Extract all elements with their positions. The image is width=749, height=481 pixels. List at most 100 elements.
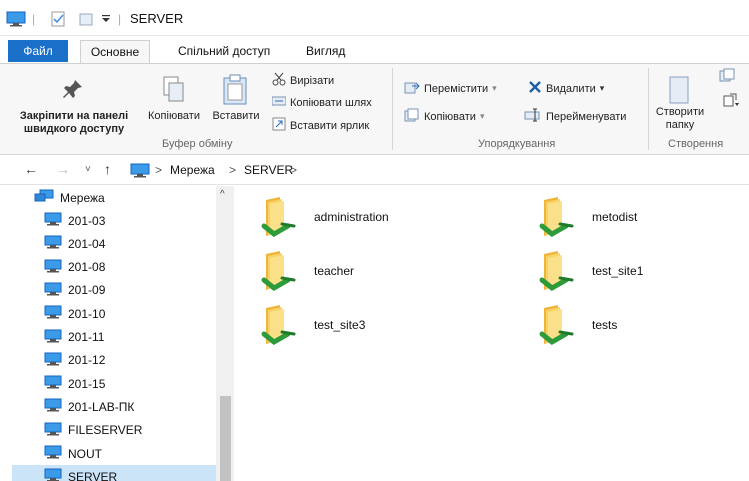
copy-path-icon: [271, 95, 287, 110]
folder-label: test_site1: [592, 264, 644, 278]
shared-folder-icon: [258, 304, 300, 351]
sidebar-item-label: Мережа: [60, 190, 105, 205]
folder-label: test_site3: [314, 318, 366, 332]
sidebar-scrollbar[interactable]: ^: [216, 186, 234, 481]
folder-label: teacher: [314, 264, 355, 278]
sidebar-item-label: FILESERVER: [68, 423, 143, 438]
computer-icon: [44, 422, 62, 439]
computer-icon: [44, 235, 62, 252]
shared-folder-icon: [258, 196, 300, 243]
organize-group-label: Упорядкування: [478, 138, 556, 150]
computer-icon: [44, 375, 62, 392]
folder-label: metodist: [592, 210, 638, 224]
breadcrumb-separator: >: [229, 163, 237, 177]
shared-folder-icon: [536, 196, 578, 243]
move-to-button[interactable]: Перемістити ▾: [404, 80, 497, 97]
rename-label: Перейменувати: [546, 110, 627, 123]
shared-folder-item[interactable]: administration: [258, 190, 458, 244]
shared-folder-item[interactable]: metodist: [536, 190, 736, 244]
paste-icon: [222, 74, 248, 109]
properties-icon[interactable]: [50, 9, 66, 29]
sidebar-item-computer[interactable]: 201-03: [12, 209, 216, 232]
network-computer-icon: [130, 163, 150, 181]
scroll-up-icon[interactable]: ^: [220, 189, 225, 200]
up-arrow-icon[interactable]: ↑: [104, 161, 111, 177]
cut-button[interactable]: Вирізати: [272, 72, 334, 89]
copy-to-label: Копіювати: [424, 110, 476, 123]
paste-button[interactable]: Вставити: [208, 110, 264, 123]
sidebar-item-label: 201-15: [68, 376, 106, 391]
tab-file[interactable]: Файл: [8, 40, 68, 62]
copy-to-icon: [404, 108, 420, 125]
file-list: administration metodist teacher test_site1t…: [236, 186, 749, 481]
pin-icon: [62, 78, 84, 103]
paste-shortcut-icon: [272, 117, 286, 134]
sidebar-item-computer[interactable]: 201-12: [12, 349, 216, 372]
back-arrow-icon[interactable]: ←: [24, 161, 38, 177]
divider: |: [118, 12, 122, 26]
computer-icon: [44, 259, 62, 276]
sidebar-item-label: 201-LAB-ПК: [68, 399, 135, 414]
forward-arrow-icon[interactable]: →: [56, 161, 70, 177]
tab-share[interactable]: Спільний доступ: [168, 40, 280, 64]
copy-icon: [163, 76, 185, 107]
breadcrumb-server[interactable]: SERVER: [244, 163, 293, 177]
computer-icon: [44, 329, 62, 346]
computer-icon: [44, 305, 62, 322]
copy-button[interactable]: Копіювати: [143, 110, 205, 123]
breadcrumb-separator: >: [290, 163, 298, 177]
clipboard-group-label: Буфер обміну: [162, 138, 233, 150]
computer-icon[interactable]: [6, 9, 26, 29]
copy-to-button[interactable]: Копіювати ▾: [404, 108, 485, 125]
folder-label: tests: [592, 318, 618, 332]
address-bar: ← → ˅ ↑ > Мережа > SERVER >: [0, 155, 749, 185]
paste-shortcut-label: Вставити ярлик: [290, 119, 370, 132]
sidebar-item-computer[interactable]: 201-09: [12, 279, 216, 302]
sidebar-item-computer[interactable]: FILESERVER: [12, 419, 216, 442]
shared-folder-item[interactable]: test_site3: [258, 298, 458, 352]
new-folder-button[interactable]: Створити папку: [652, 106, 708, 132]
ribbon-tabs: Файл Основне Спільний доступ Вигляд: [0, 36, 749, 64]
navigation-pane: Мережа 201-03 201-04 201-08 201-09 201-10 201…: [12, 186, 234, 481]
shared-folder-icon: [536, 304, 578, 351]
delete-label: Видалити: [546, 82, 596, 95]
chevron-down-icon: ▾: [479, 111, 485, 121]
computer-icon: [44, 212, 62, 229]
sidebar-item-computer[interactable]: 201-08: [12, 256, 216, 279]
paste-shortcut-button[interactable]: Вставити ярлик: [272, 117, 369, 134]
pin-button[interactable]: Закріпити на панелі швидкого доступу: [8, 110, 140, 136]
customize-qa-icon[interactable]: [101, 9, 111, 29]
scroll-thumb[interactable]: [220, 396, 231, 481]
sidebar-item-network[interactable]: Мережа: [12, 186, 216, 209]
shared-folder-item[interactable]: test_site1: [536, 244, 736, 298]
computer-icon: [44, 282, 62, 299]
delete-button[interactable]: Видалити ▾: [528, 80, 604, 97]
chevron-down-icon: ▾: [492, 83, 497, 93]
copy-path-button[interactable]: Копіювати шлях: [271, 95, 372, 110]
new-folder-qa-icon[interactable]: [78, 9, 94, 29]
easy-access-icon[interactable]: [720, 92, 740, 111]
sidebar-item-label: 201-04: [68, 236, 106, 251]
tab-home[interactable]: Основне: [80, 40, 150, 64]
sidebar-item-label: 201-12: [68, 353, 106, 368]
shared-folder-icon: [536, 250, 578, 297]
sidebar-item-computer[interactable]: NOUT: [12, 442, 216, 465]
shared-folder-item[interactable]: tests: [536, 298, 736, 352]
sidebar-item-computer[interactable]: 201-LAB-ПК: [12, 395, 216, 418]
rename-button[interactable]: Перейменувати: [524, 108, 626, 125]
sidebar-item-computer[interactable]: SERVER: [12, 465, 216, 481]
shared-folder-item[interactable]: teacher: [258, 244, 458, 298]
computer-icon: [44, 445, 62, 462]
sidebar-item-computer[interactable]: 201-15: [12, 372, 216, 395]
group-divider: [648, 68, 649, 150]
sidebar-item-computer[interactable]: 201-10: [12, 302, 216, 325]
tab-view[interactable]: Вигляд: [296, 40, 355, 64]
recent-chevron-icon[interactable]: ˅: [85, 164, 91, 175]
sidebar-item-computer[interactable]: 201-04: [12, 232, 216, 255]
copy-path-label: Копіювати шлях: [290, 96, 372, 109]
breadcrumb-network[interactable]: Мережа: [170, 163, 215, 177]
ribbon: Закріпити на панелі швидкого доступу Коп…: [0, 63, 749, 155]
shared-folder-icon: [258, 250, 300, 297]
sidebar-item-computer[interactable]: 201-11: [12, 326, 216, 349]
new-item-icon[interactable]: [718, 68, 738, 87]
